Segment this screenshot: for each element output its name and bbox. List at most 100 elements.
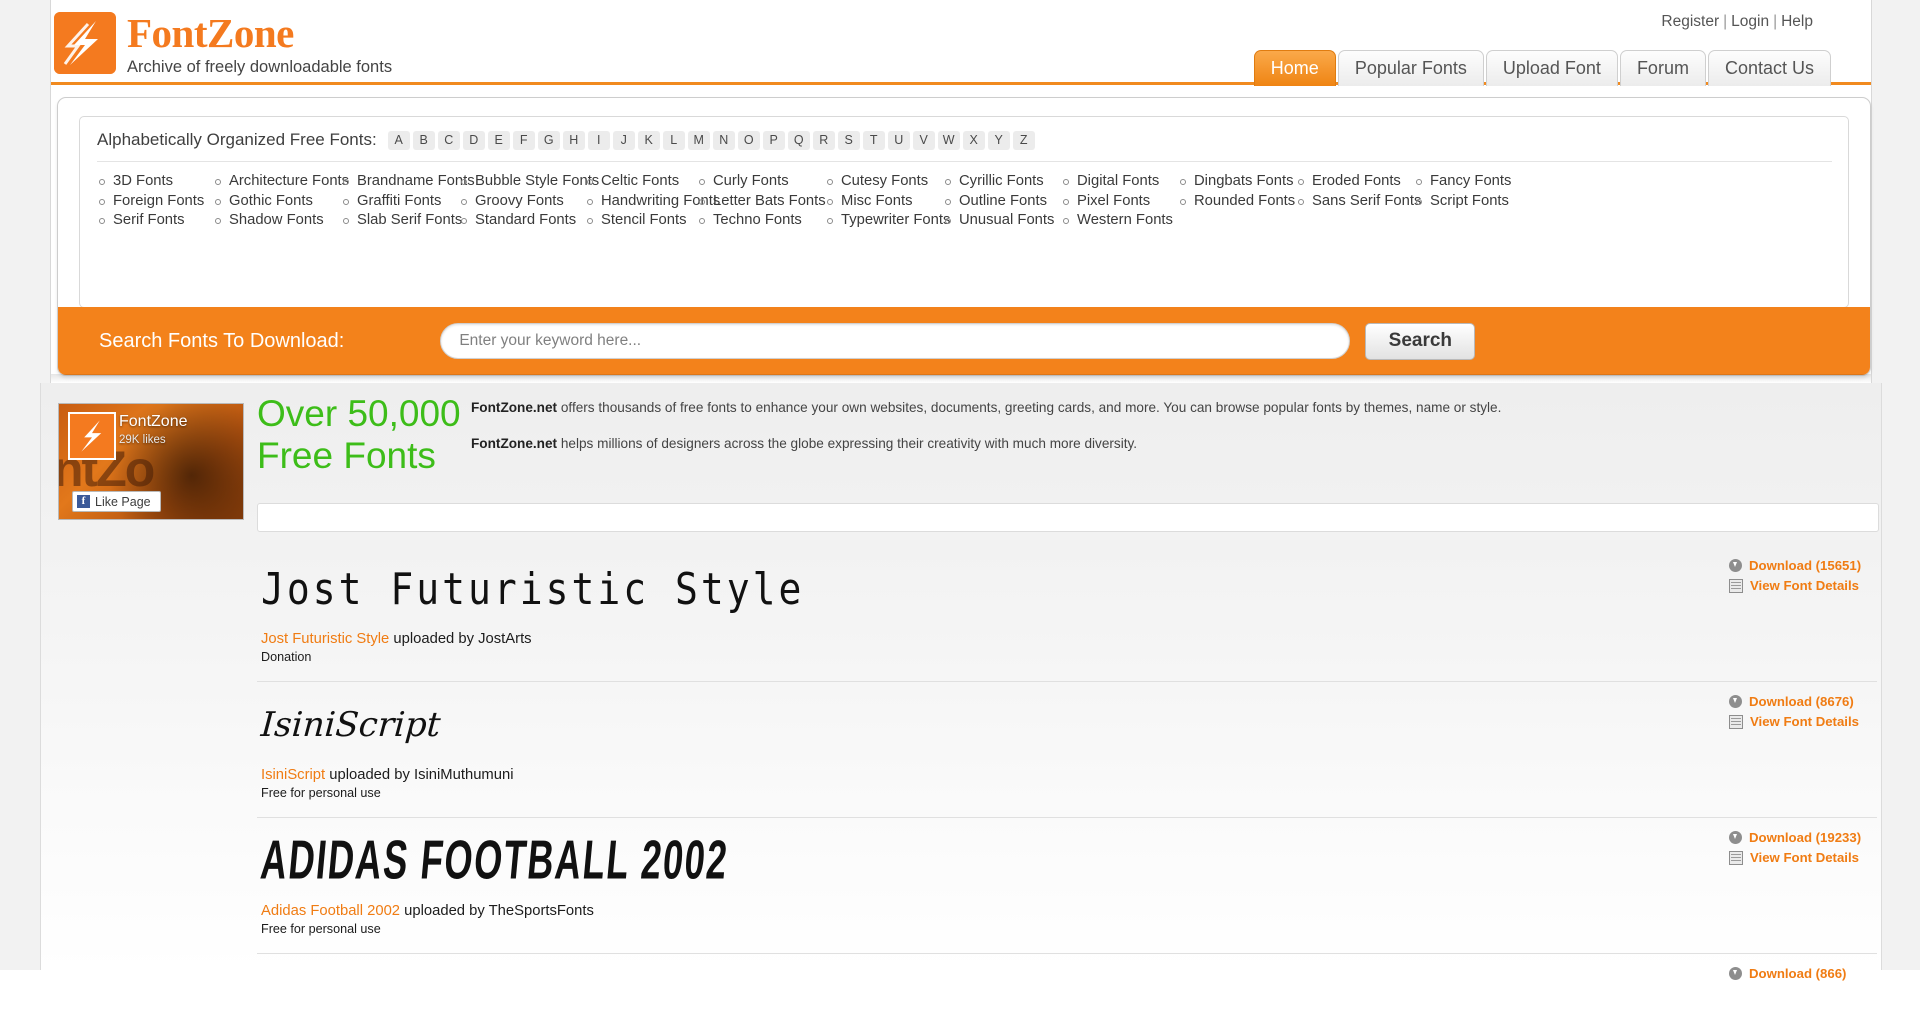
- font-name-link[interactable]: IsiniScript: [261, 767, 325, 783]
- font-preview[interactable]: Jost Futuristic Style: [257, 560, 1877, 618]
- alphabet-link-x[interactable]: X: [962, 130, 985, 150]
- view-font-details-action[interactable]: View Font Details: [1729, 850, 1864, 865]
- font-preview[interactable]: IsiniScript: [257, 696, 1877, 754]
- search-bar: Search Fonts To Download: Search: [58, 307, 1870, 375]
- category-link-gothic-fonts[interactable]: Gothic Fonts: [213, 193, 341, 210]
- alphabet-link-u[interactable]: U: [887, 130, 910, 150]
- category-link-techno-fonts[interactable]: Techno Fonts: [697, 212, 825, 229]
- font-row-actions: Download (866): [1729, 966, 1864, 986]
- alphabet-link-q[interactable]: Q: [787, 130, 810, 150]
- category-link-foreign-fonts[interactable]: Foreign Fonts: [97, 193, 213, 210]
- tab-contact-us[interactable]: Contact Us: [1707, 50, 1831, 86]
- category-link-brandname-fonts[interactable]: Brandname Fonts: [341, 173, 475, 190]
- alphabet-link-p[interactable]: P: [762, 130, 785, 150]
- alphabet-link-n[interactable]: N: [712, 130, 735, 150]
- category-link-cyrillic-fonts[interactable]: Cyrillic Fonts: [943, 173, 1061, 190]
- category-link-3d-fonts[interactable]: 3D Fonts: [97, 173, 213, 190]
- category-link-pixel-fonts[interactable]: Pixel Fonts: [1061, 193, 1178, 210]
- alphabet-link-v[interactable]: V: [912, 130, 935, 150]
- alphabet-link-s[interactable]: S: [837, 130, 860, 150]
- category-link-celtic-fonts[interactable]: Celtic Fonts: [585, 173, 697, 190]
- view-font-details-label: View Font Details: [1750, 850, 1859, 865]
- tab-popular-fonts[interactable]: Popular Fonts: [1337, 50, 1484, 86]
- download-action[interactable]: Download (8676): [1729, 694, 1864, 709]
- font-preview-text: Jost Futuristic Style: [261, 563, 805, 615]
- category-link-letter-bats-fonts[interactable]: Letter Bats Fonts: [697, 193, 826, 210]
- category-link-bubble-style-fonts[interactable]: Bubble Style Fonts: [459, 173, 599, 190]
- alphabet-link-h[interactable]: H: [562, 130, 585, 150]
- font-meta-line: Adidas Football 2002 uploaded by TheSpor…: [261, 902, 1877, 920]
- download-action[interactable]: Download (19233): [1729, 830, 1864, 845]
- category-link-eroded-fonts[interactable]: Eroded Fonts: [1296, 173, 1414, 190]
- category-link-slab-serif-fonts[interactable]: Slab Serif Fonts: [341, 212, 462, 229]
- login-link[interactable]: Login: [1731, 13, 1769, 30]
- alphabet-link-o[interactable]: O: [737, 130, 760, 150]
- download-action[interactable]: Download (15651): [1729, 558, 1864, 573]
- content-divider-bar: [257, 503, 1879, 532]
- category-link-curly-fonts[interactable]: Curly Fonts: [697, 173, 825, 190]
- category-link-cutesy-fonts[interactable]: Cutesy Fonts: [825, 173, 943, 190]
- font-meta: Jost Futuristic Style uploaded by JostAr…: [257, 630, 1877, 665]
- search-button[interactable]: Search: [1365, 322, 1476, 360]
- alphabet-link-w[interactable]: W: [937, 130, 960, 150]
- alphabet-link-y[interactable]: Y: [987, 130, 1010, 150]
- facebook-page-widget[interactable]: ntZo FontZone 29K likes f Like Page: [58, 403, 244, 520]
- category-link-architecture-fonts[interactable]: Architecture Fonts: [213, 173, 349, 190]
- category-list: Digital Fonts Pixel Fonts Western Fonts: [1061, 173, 1178, 229]
- search-input[interactable]: [440, 323, 1351, 359]
- view-font-details-action[interactable]: View Font Details: [1729, 714, 1864, 729]
- category-link-fancy-fonts[interactable]: Fancy Fonts: [1414, 173, 1524, 190]
- download-action[interactable]: Download (866): [1729, 966, 1864, 981]
- alphabet-link-g[interactable]: G: [537, 130, 560, 150]
- category-column-7: Cutesy Fonts Misc Fonts Typewriter Fonts: [825, 173, 950, 232]
- font-name-link[interactable]: Jost Futuristic Style: [261, 631, 389, 647]
- alphabet-link-r[interactable]: R: [812, 130, 835, 150]
- category-list: 3D Fonts Foreign Fonts Serif Fonts: [97, 173, 213, 229]
- alphabet-link-l[interactable]: L: [662, 130, 685, 150]
- link-separator-2: |: [1773, 13, 1778, 30]
- category-link-outline-fonts[interactable]: Outline Fonts: [943, 193, 1061, 210]
- register-link[interactable]: Register: [1661, 13, 1719, 30]
- category-link-sans-serif-fonts[interactable]: Sans Serif Fonts: [1296, 193, 1421, 210]
- category-link-serif-fonts[interactable]: Serif Fonts: [97, 212, 213, 229]
- category-link-typewriter-fonts[interactable]: Typewriter Fonts: [825, 212, 950, 229]
- facebook-like-button[interactable]: f Like Page: [72, 491, 161, 512]
- font-preview[interactable]: [257, 968, 1877, 1018]
- alphabet-link-k[interactable]: K: [637, 130, 660, 150]
- alphabet-link-d[interactable]: D: [462, 130, 485, 150]
- categories-inner-box: Alphabetically Organized Free Fonts: ABC…: [79, 116, 1849, 308]
- category-link-standard-fonts[interactable]: Standard Fonts: [459, 212, 585, 229]
- category-link-shadow-fonts[interactable]: Shadow Fonts: [213, 212, 341, 229]
- tab-upload-font[interactable]: Upload Font: [1485, 50, 1618, 86]
- alphabet-link-a[interactable]: A: [387, 130, 410, 150]
- category-link-graffiti-fonts[interactable]: Graffiti Fonts: [341, 193, 459, 210]
- font-name-link[interactable]: Adidas Football 2002: [261, 903, 400, 919]
- tab-forum[interactable]: Forum: [1619, 50, 1706, 86]
- alphabet-link-c[interactable]: C: [437, 130, 460, 150]
- font-preview[interactable]: ADIDAS FOOTBALL 2002: [257, 830, 1877, 891]
- category-link-unusual-fonts[interactable]: Unusual Fonts: [943, 212, 1061, 229]
- alphabet-link-e[interactable]: E: [487, 130, 510, 150]
- site-logo[interactable]: FontZone Archive of freely downloadable …: [54, 12, 392, 76]
- category-link-rounded-fonts[interactable]: Rounded Fonts: [1178, 193, 1296, 210]
- main-nav-tabs: Home Popular Fonts Upload Font Forum Con…: [1253, 50, 1831, 86]
- category-link-dingbats-fonts[interactable]: Dingbats Fonts: [1178, 173, 1296, 190]
- tab-home[interactable]: Home: [1253, 50, 1336, 86]
- alphabet-link-i[interactable]: I: [587, 130, 610, 150]
- category-link-misc-fonts[interactable]: Misc Fonts: [825, 193, 943, 210]
- alphabet-link-j[interactable]: J: [612, 130, 635, 150]
- alphabet-link-f[interactable]: F: [512, 130, 535, 150]
- view-font-details-action[interactable]: View Font Details: [1729, 578, 1864, 593]
- category-link-groovy-fonts[interactable]: Groovy Fonts: [459, 193, 585, 210]
- category-link-script-fonts[interactable]: Script Fonts: [1414, 193, 1524, 210]
- alphabet-label: Alphabetically Organized Free Fonts:: [97, 130, 377, 149]
- category-link-handwriting-fonts[interactable]: Handwriting Fonts: [585, 193, 720, 210]
- alphabet-link-b[interactable]: B: [412, 130, 435, 150]
- category-link-stencil-fonts[interactable]: Stencil Fonts: [585, 212, 697, 229]
- help-link[interactable]: Help: [1781, 13, 1813, 30]
- alphabet-link-t[interactable]: T: [862, 130, 885, 150]
- alphabet-link-m[interactable]: M: [687, 130, 710, 150]
- alphabet-link-z[interactable]: Z: [1012, 130, 1035, 150]
- category-link-western-fonts[interactable]: Western Fonts: [1061, 212, 1178, 229]
- category-link-digital-fonts[interactable]: Digital Fonts: [1061, 173, 1178, 190]
